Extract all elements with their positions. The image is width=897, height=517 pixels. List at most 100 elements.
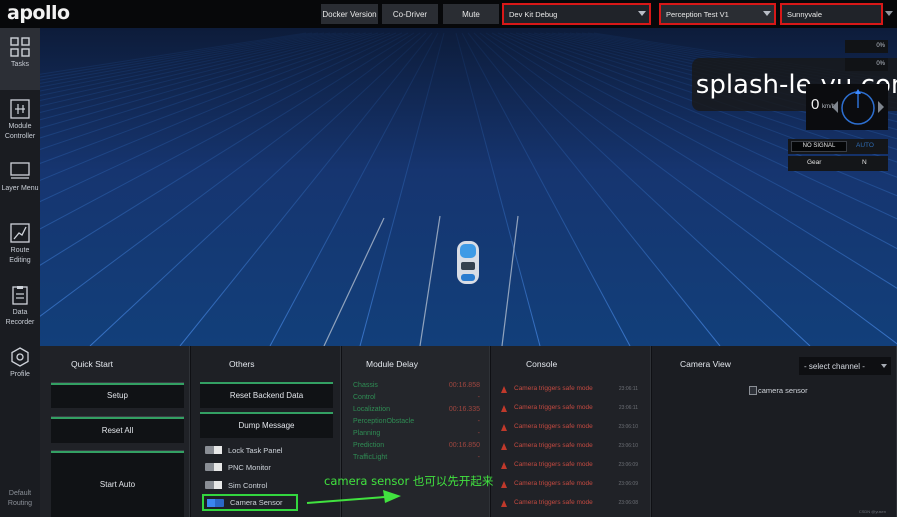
mode-select-value: Dev Kit Debug <box>509 9 558 19</box>
module-delay-value: - <box>477 430 480 437</box>
delay-row: Localization 00:16.335 <box>353 406 485 415</box>
mode-select[interactable]: Dev Kit Debug <box>502 3 651 25</box>
log-entry: Camera triggers safe mode 23:06:11 <box>501 385 646 395</box>
module-name: TrafficLight <box>353 454 388 461</box>
scene-view[interactable]: splash-le-yu.com <box>40 28 897 346</box>
console-panel: Console Camera triggers safe mode 23:06:… <box>491 346 651 517</box>
quick-start-panel: Quick Start Setup Reset All Start Auto <box>40 346 190 517</box>
vehicle-select[interactable]: Perception Test V1 <box>659 3 776 25</box>
co-driver-button[interactable]: Co-Driver <box>382 4 438 24</box>
camera-sensor-toggle[interactable]: Camera Sensor <box>202 494 298 511</box>
sidebar-item-tasks[interactable]: Tasks <box>0 28 40 90</box>
camera-image: camera sensor <box>749 386 808 395</box>
log-message: Camera triggers safe mode <box>514 404 593 411</box>
delay-row: Planning - <box>353 430 485 439</box>
log-time: 23:06:10 <box>618 443 638 449</box>
lock-task-panel-toggle[interactable]: Lock Task Panel <box>205 443 325 457</box>
apollo-logo: apollo <box>7 2 70 24</box>
log-time: 23:06:09 <box>618 462 638 468</box>
broken-image-icon <box>749 386 757 395</box>
clipboard-icon <box>12 286 28 305</box>
log-time: 23:06:11 <box>618 386 638 392</box>
sidebar-item-data-recorder[interactable]: Data Recorder <box>0 276 40 338</box>
delay-row: PerceptionObstacle - <box>353 418 485 427</box>
camera-image-alt: camera sensor <box>758 386 808 395</box>
log-entry: Camera triggers safe mode 23:06:10 <box>501 442 646 452</box>
log-entry: Camera triggers safe mode 23:06:11 <box>501 404 646 414</box>
sidebar-item-label: Module Controller <box>4 123 36 140</box>
toggle-label: Sim Control <box>228 480 268 490</box>
module-delay-value: 00:16.858 <box>448 382 480 389</box>
module-name: Prediction <box>353 442 385 449</box>
panel-title: Console <box>526 359 558 369</box>
sidebar-item-profile[interactable]: Profile <box>0 338 40 400</box>
signal-status: NO SIGNAL AUTO <box>788 139 888 154</box>
log-time: 23:06:09 <box>618 481 638 487</box>
mute-button[interactable]: Mute <box>443 4 499 24</box>
gear-status: Gear N <box>788 156 888 171</box>
log-message: Camera triggers safe mode <box>514 423 593 430</box>
channel-select[interactable]: - select channel - <box>799 357 891 375</box>
delay-row: Prediction 00:16.850 <box>353 442 485 451</box>
gear-label: Gear <box>807 159 822 166</box>
throttle-percent: 0% <box>845 40 888 53</box>
log-time: 23:06:11 <box>618 405 638 411</box>
setup-button[interactable]: Setup <box>51 382 184 408</box>
sliders-icon <box>10 99 30 119</box>
map-select-value: Sunnyvale <box>787 9 823 19</box>
delay-row: TrafficLight - <box>353 454 485 463</box>
reset-backend-data-button[interactable]: Reset Backend Data <box>200 382 333 408</box>
module-name: PerceptionObstacle <box>353 418 415 425</box>
sidebar-item-module-controller[interactable]: Module Controller <box>0 90 40 152</box>
module-delay-value: - <box>477 418 480 425</box>
steering-wheel-icon <box>832 89 884 125</box>
chevron-down-icon <box>763 11 771 16</box>
warning-icon <box>501 481 507 488</box>
log-message: Camera triggers safe mode <box>514 385 593 392</box>
sidebar-item-route-editing[interactable]: Route Editing <box>0 214 40 276</box>
log-message: Camera triggers safe mode <box>514 461 593 468</box>
reset-all-button[interactable]: Reset All <box>51 416 184 443</box>
warning-icon <box>501 405 507 412</box>
sidebar-item-label: Tasks <box>11 61 29 68</box>
turn-signal-indicator: NO SIGNAL <box>791 141 847 152</box>
log-entry: Camera triggers safe mode 23:06:08 <box>501 499 646 509</box>
dump-message-button[interactable]: Dump Message <box>200 412 333 438</box>
sidebar-item-label: Profile <box>10 371 30 378</box>
grid-icon <box>10 37 30 57</box>
default-routing-button[interactable]: Default Routing <box>0 486 40 517</box>
sidebar: Tasks Module Controller Layer Menu Route… <box>0 28 40 517</box>
sidebar-item-label: Layer Menu <box>1 185 39 192</box>
drive-mode-indicator: AUTO <box>856 142 874 149</box>
log-entry: Camera triggers safe mode 23:06:09 <box>501 480 646 490</box>
toggle-switch[interactable] <box>205 463 222 471</box>
annotation-text: camera sensor 也可以先开起来 <box>324 474 494 488</box>
top-bar: apollo Docker Version Co-Driver Mute Dev… <box>0 0 897 28</box>
gear-value: N <box>862 159 867 166</box>
log-message: Camera triggers safe mode <box>514 480 593 487</box>
log-time: 23:06:10 <box>618 424 638 430</box>
sidebar-item-label: Data Recorder <box>5 309 35 326</box>
camera-view-panel: Camera View - select channel - camera se… <box>652 346 897 517</box>
toggle-switch[interactable] <box>205 481 222 489</box>
vehicle-icon <box>457 241 479 284</box>
module-delay-value: - <box>477 454 480 461</box>
map-select[interactable]: Sunnyvale <box>780 3 883 25</box>
sidebar-item-layer-menu[interactable]: Layer Menu <box>0 152 40 214</box>
docker-version-button[interactable]: Docker Version <box>321 4 378 24</box>
toggle-switch[interactable] <box>207 498 224 507</box>
chevron-down-icon[interactable] <box>885 11 893 16</box>
module-delay-value: 00:16.850 <box>448 442 480 449</box>
module-name: Localization <box>353 406 390 413</box>
log-entry: Camera triggers safe mode 23:06:10 <box>501 423 646 433</box>
warning-icon <box>501 386 507 393</box>
start-auto-button[interactable]: Start Auto <box>51 450 184 517</box>
toggle-switch[interactable] <box>205 446 222 454</box>
module-name: Control <box>353 394 376 401</box>
brake-percent: 0% <box>845 58 888 71</box>
pnc-monitor-toggle[interactable]: PNC Monitor <box>205 460 325 474</box>
warning-icon <box>501 500 507 507</box>
module-name: Chassis <box>353 382 378 389</box>
source-credit: CSDN @yusen <box>858 509 886 514</box>
log-time: 23:06:08 <box>618 500 638 506</box>
